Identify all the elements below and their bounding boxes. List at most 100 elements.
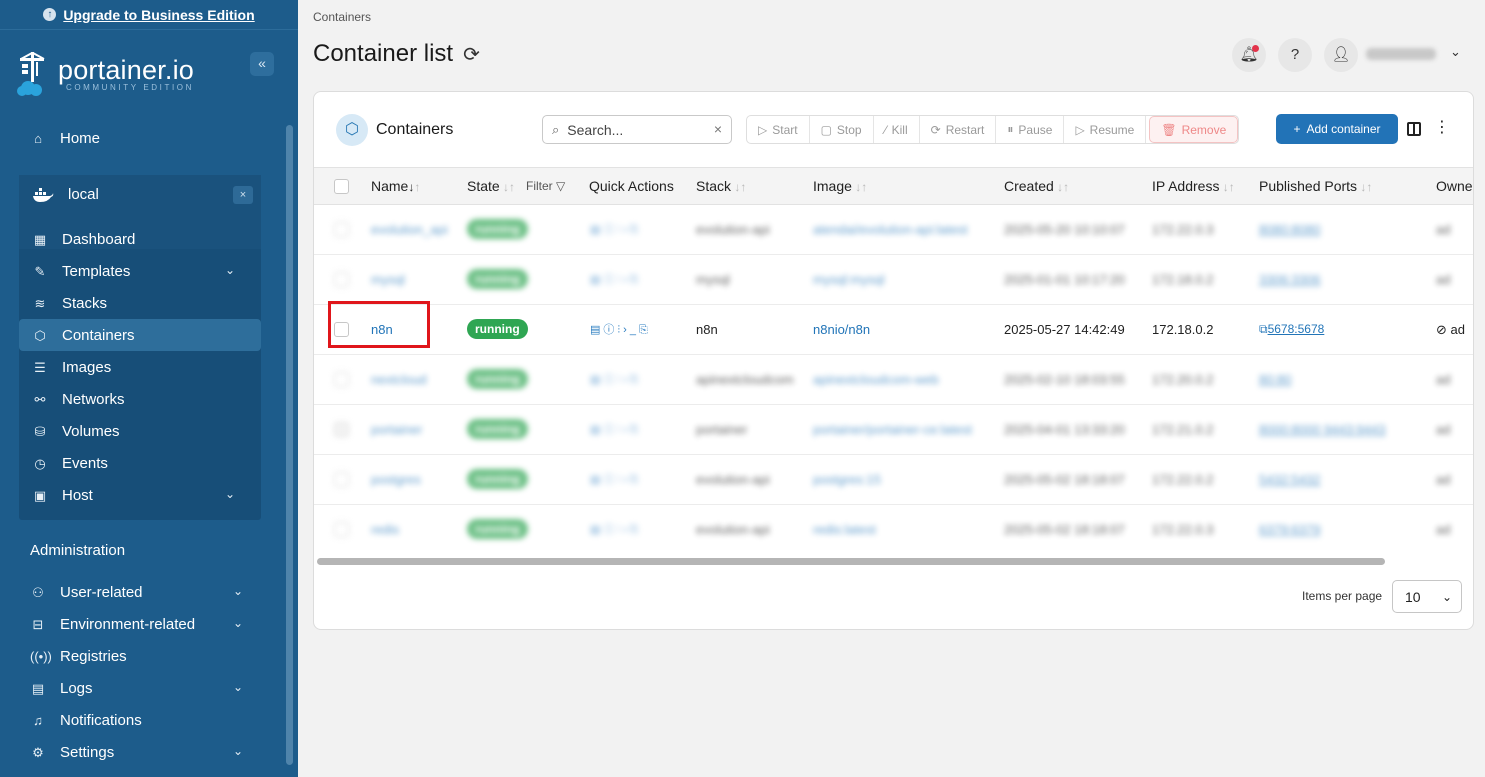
image-link[interactable]: n8nio/n8n (813, 322, 870, 337)
chevron-down-icon: ⌄ (1441, 590, 1452, 604)
column-ownership[interactable]: Owne (1436, 178, 1473, 194)
row-checkbox[interactable] (334, 272, 349, 287)
image-link[interactable]: redis:latest (813, 522, 876, 537)
sidebar-item-home[interactable]: ⌂ Home (30, 130, 100, 147)
restart-button[interactable]: ⟳ Restart (920, 116, 997, 143)
port-link[interactable]: 8000:8000 9443:9443 (1259, 422, 1386, 437)
quick-actions-icons[interactable]: ▤ⓘ⫶›⎘ (590, 521, 642, 537)
quick-actions-icons[interactable]: ▤ⓘ⫶›⎘ (590, 421, 642, 437)
port-link-wrapper[interactable]: ⧉5678:5678 (1259, 322, 1324, 337)
port-link[interactable]: 80:80 (1259, 372, 1292, 387)
container-name-link[interactable]: mysql (371, 272, 405, 287)
select-all-checkbox[interactable] (334, 179, 349, 194)
sidebar-item-user-related[interactable]: ⚇ User-related ⌄ (30, 584, 255, 601)
portainer-logo[interactable]: portainer.io COMMUNITY EDITION (16, 50, 194, 98)
remove-button[interactable]: 🗑︎ Remove (1149, 116, 1239, 143)
sidebar-item-dashboard[interactable]: ▦ Dashboard (32, 231, 136, 248)
state-filter[interactable]: Filter ▽ (526, 179, 565, 193)
sidebar-item-settings[interactable]: ⚙ Settings ⌄ (30, 744, 255, 761)
notifications-button[interactable]: 🔔︎ (1232, 38, 1266, 72)
sidebar-item-label: Containers (62, 327, 135, 344)
image-link[interactable]: apinextcloudcom-web (813, 372, 939, 387)
column-image[interactable]: Image ↓↑ (813, 178, 867, 194)
quick-actions-icons[interactable]: ▤ⓘ⫶›⎘ (590, 271, 642, 287)
sidebar-item-registries[interactable]: ((•)) Registries (30, 648, 127, 665)
port-link[interactable]: 3306:3306 (1259, 272, 1320, 287)
items-per-page-select[interactable]: 10 ⌄ (1392, 580, 1462, 613)
inspect-icon[interactable]: ⓘ (603, 324, 617, 336)
container-name-link[interactable]: portainer (371, 422, 422, 437)
image-link[interactable]: atendai/evolution-api:latest (813, 222, 968, 237)
row-checkbox[interactable] (334, 522, 349, 537)
sidebar-scrollbar[interactable] (286, 125, 293, 765)
row-checkbox[interactable] (334, 372, 349, 387)
more-options-icon[interactable]: ⋮ (1434, 120, 1450, 136)
kill-button[interactable]: ⁄ Kill (874, 116, 920, 143)
radio-icon: ((•)) (30, 648, 52, 664)
close-environment-button[interactable]: × (233, 186, 253, 204)
chevron-down-icon[interactable]: ⌄ (1450, 44, 1461, 60)
port-link[interactable]: 6379:6379 (1259, 522, 1320, 537)
restart-label: Restart (945, 122, 985, 137)
row-checkbox[interactable] (334, 422, 349, 437)
container-name-link[interactable]: evolution_api (371, 222, 448, 237)
image-link[interactable]: postgres:15 (813, 472, 881, 487)
help-button[interactable]: ? (1278, 38, 1312, 72)
sidebar-item-logs[interactable]: ▤ Logs ⌄ (30, 680, 255, 697)
quick-actions-icons[interactable]: ▤ⓘ⫶›⎘ (590, 221, 642, 237)
sidebar-item-templates[interactable]: ✎ Templates ⌄ (32, 263, 247, 280)
environment-name[interactable]: local (32, 186, 99, 203)
quick-actions-icons[interactable]: ▤ⓘ⫶›_⎘ (590, 321, 651, 337)
search-input[interactable]: ⌕ Search... × (542, 115, 732, 144)
upgrade-label[interactable]: Upgrade to Business Edition (63, 7, 254, 23)
user-avatar[interactable]: 👤︎ (1324, 38, 1358, 72)
row-checkbox[interactable] (334, 472, 349, 487)
sidebar-item-containers[interactable]: ⬡ Containers (32, 327, 135, 344)
sidebar-item-environment-related[interactable]: ⊟ Environment-related ⌄ (30, 616, 255, 633)
container-name-link[interactable]: postgres (371, 472, 421, 487)
sidebar-item-events[interactable]: ◷ Events (32, 455, 108, 472)
port-link[interactable]: 8080:8080 (1259, 222, 1320, 237)
pause-button[interactable]: ⏸︎ Pause (996, 116, 1065, 143)
image-link[interactable]: portainer/portainer-ce:latest (813, 422, 972, 437)
logs-icon[interactable]: ▤ (590, 324, 603, 336)
sidebar-item-images[interactable]: ☰ Images (32, 359, 111, 376)
row-checkbox[interactable] (334, 222, 349, 237)
column-name[interactable]: Name↓↑ (371, 178, 420, 194)
table-header: Name↓↑ State ↓↑ Filter ▽ Quick Actions S… (314, 167, 1473, 205)
column-ip-address[interactable]: IP Address ↓↑ (1152, 178, 1235, 194)
remove-label: Remove (1181, 122, 1227, 137)
quick-actions-icons[interactable]: ▤ⓘ⫶›⎘ (590, 371, 642, 387)
upgrade-link[interactable]: ↑ Upgrade to Business Edition (0, 0, 298, 30)
port-link[interactable]: 5678:5678 (1268, 322, 1325, 336)
refresh-icon[interactable]: ⟳ (463, 42, 480, 67)
column-state[interactable]: State ↓↑ (467, 178, 515, 194)
image-link[interactable]: mysql:mysql (813, 272, 885, 287)
sidebar-item-networks[interactable]: ⚯ Networks (32, 391, 125, 408)
attach-icon[interactable]: ⎘ (639, 324, 651, 336)
console-icon[interactable]: ›_ (623, 324, 639, 336)
clear-search-icon[interactable]: × (714, 121, 722, 137)
collapse-sidebar-button[interactable]: « (250, 52, 274, 76)
table-horizontal-scrollbar[interactable] (317, 558, 1385, 565)
sidebar-item-host[interactable]: ▣ Host ⌄ (32, 487, 247, 504)
port-link[interactable]: 5432:5432 (1259, 472, 1320, 487)
quick-actions-icons[interactable]: ▤ⓘ⫶›⎘ (590, 471, 642, 487)
columns-icon[interactable] (1407, 122, 1421, 136)
container-name-link[interactable]: redis (371, 522, 399, 537)
start-button[interactable]: ▷ Start (747, 116, 810, 143)
add-container-button[interactable]: + Add container (1276, 114, 1398, 144)
breadcrumb[interactable]: Containers (313, 10, 371, 24)
column-stack[interactable]: Stack ↓↑ (696, 178, 746, 194)
sidebar-item-notifications[interactable]: ♫ Notifications (30, 712, 142, 729)
stop-button[interactable]: ▢ Stop (810, 116, 874, 143)
column-published-ports[interactable]: Published Ports ↓↑ (1259, 178, 1372, 194)
container-name-link[interactable]: nextcloud (371, 372, 427, 387)
sidebar-item-volumes[interactable]: ⛁ Volumes (32, 423, 120, 440)
column-created[interactable]: Created ↓↑ (1004, 178, 1069, 194)
play-icon: ▷ (758, 122, 768, 137)
username-blurred[interactable] (1366, 48, 1436, 60)
sidebar-item-stacks[interactable]: ≋ Stacks (32, 295, 107, 312)
chevron-down-icon: ⌄ (232, 584, 243, 598)
resume-button[interactable]: ▷ Resume (1064, 116, 1147, 143)
